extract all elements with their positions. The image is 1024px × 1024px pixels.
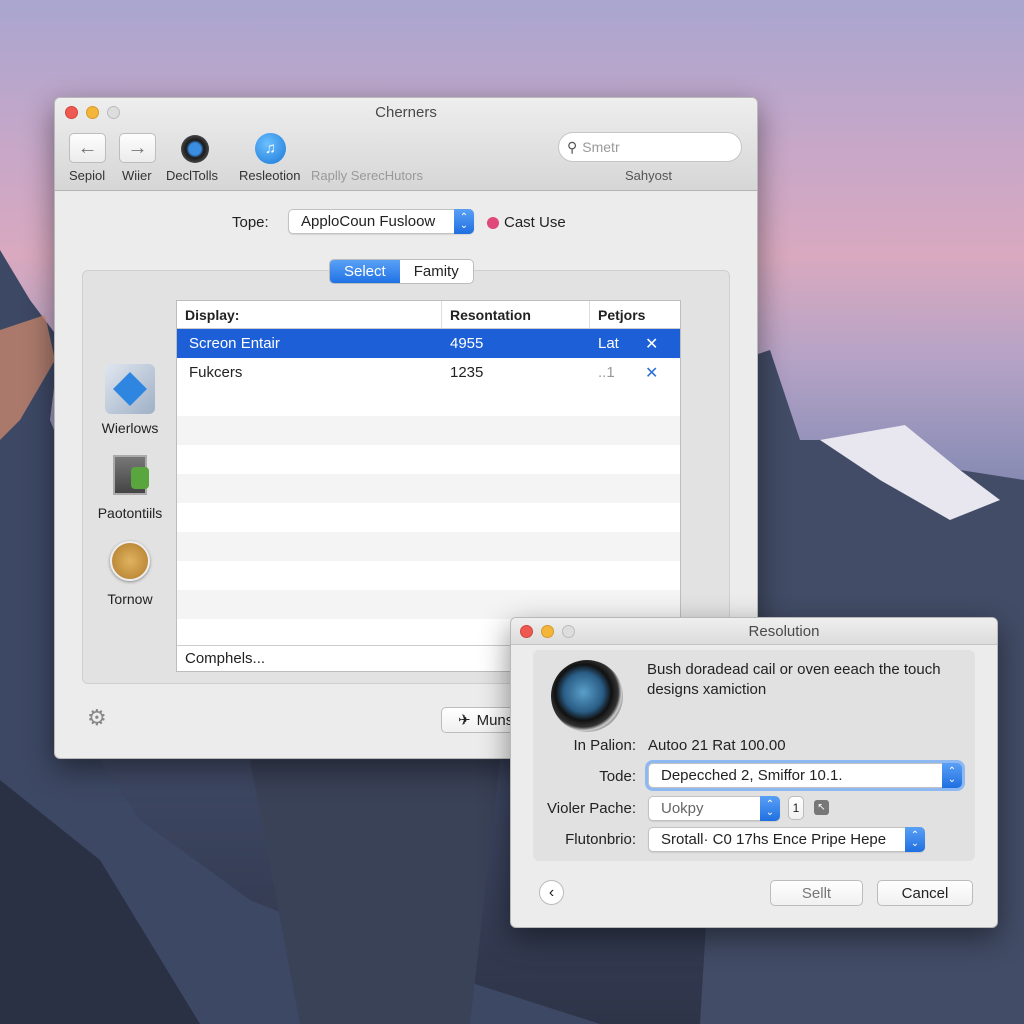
resolution-dialog: Resolution Bush doradead cail or oven ee… bbox=[510, 617, 998, 928]
chevron-updown-icon: ⌃ ⌄ bbox=[942, 763, 962, 788]
toolbar: Cherners ← → ♫ Sepiol Wiier DeclTolls Re… bbox=[55, 98, 757, 191]
cancel-button[interactable]: Cancel bbox=[877, 880, 973, 906]
toolbar-label-resleotion[interactable]: Resleotion bbox=[239, 168, 300, 183]
toolbar-label-raplly[interactable]: Raplly SerecHutors bbox=[311, 168, 423, 183]
forward-button[interactable]: → bbox=[119, 133, 156, 163]
monitor-tree-icon bbox=[113, 455, 149, 495]
table-row[interactable]: Screon Entair 4955 Lat ✕ bbox=[177, 329, 680, 358]
toolbar-label-sepiol[interactable]: Sepiol bbox=[69, 168, 105, 183]
field-label: Tode: bbox=[599, 768, 636, 785]
chevron-updown-icon: ⌃ ⌄ bbox=[454, 209, 474, 234]
column-header-resolution[interactable]: Resontation bbox=[442, 301, 590, 328]
violer-pache-select[interactable]: Uokpy ⌃ ⌄ bbox=[648, 796, 780, 821]
field-label: Flutonbrio: bbox=[565, 831, 636, 848]
sidebar-item-wierlows[interactable]: Wierlows bbox=[85, 364, 175, 436]
globe-icon bbox=[551, 660, 623, 732]
back-button[interactable]: ‹ bbox=[539, 880, 564, 905]
remove-icon[interactable]: ✕ bbox=[645, 363, 680, 383]
chevron-left-icon: ‹ bbox=[548, 884, 555, 901]
toolbar-label-wiier[interactable]: Wiier bbox=[122, 168, 152, 183]
chevron-updown-icon: ⌃ ⌄ bbox=[760, 796, 780, 821]
column-header-options[interactable]: Petjors bbox=[590, 301, 680, 328]
dialog-message: Bush doradead cail or oven eeach the tou… bbox=[647, 661, 941, 698]
info-button[interactable]: 1 bbox=[788, 796, 804, 820]
music-icon[interactable]: ♫ bbox=[255, 133, 286, 164]
type-label: Tope: bbox=[232, 214, 269, 231]
column-header-display[interactable]: Display: bbox=[177, 301, 442, 328]
sidebar-item-tornow[interactable]: Tornow bbox=[85, 541, 175, 607]
disk-icon bbox=[110, 541, 150, 581]
share-icon[interactable]: ↖ bbox=[814, 800, 829, 815]
windows-icon bbox=[105, 364, 155, 414]
tab-select[interactable]: Select bbox=[330, 260, 400, 283]
field-label: In Palion: bbox=[573, 737, 636, 754]
chevron-updown-icon: ⌃ ⌄ bbox=[905, 827, 925, 852]
tag-icon bbox=[487, 216, 499, 229]
tode-select[interactable]: Depecched 2, Smiffor 10.1. ⌃ ⌄ bbox=[648, 763, 962, 788]
gear-icon[interactable]: ⚙ bbox=[87, 705, 107, 731]
tab-famity[interactable]: Famity bbox=[400, 260, 473, 283]
arrow-left-icon: ← bbox=[77, 136, 98, 159]
arrow-right-icon: → bbox=[127, 136, 148, 159]
select-button[interactable]: Sellt bbox=[770, 880, 863, 906]
search-icon: ⚲ bbox=[567, 138, 578, 155]
airplane-icon: ✈ bbox=[458, 712, 471, 729]
sidebar-item-paotontiils[interactable]: Paotontiils bbox=[85, 455, 175, 521]
search-label: Sahyost bbox=[625, 168, 672, 183]
camera-icon[interactable] bbox=[181, 135, 209, 163]
toolbar-label-decltolls[interactable]: DeclTolls bbox=[166, 168, 218, 183]
dialog-title: Resolution bbox=[748, 623, 820, 640]
in-palion-value: Autoo 21 Rat 100.00 bbox=[648, 737, 786, 754]
segmented-control: Select Famity bbox=[329, 259, 474, 284]
table-row[interactable]: Fukcers 1235 ..1 ✕ bbox=[177, 358, 680, 387]
window-title: Cherners bbox=[375, 104, 437, 121]
search-input[interactable]: ⚲ Smetr bbox=[558, 132, 742, 162]
back-button[interactable]: ← bbox=[69, 133, 106, 163]
flutonbrio-select[interactable]: Srotall· C0 17hs Ence Pripe Hepe ⌃ ⌄ bbox=[648, 827, 925, 852]
cast-use-option[interactable]: Cast Use bbox=[487, 214, 566, 231]
field-label: Violer Pache: bbox=[547, 800, 636, 817]
type-select[interactable]: ApploCoun Fusloow ⌃ ⌄ bbox=[288, 209, 474, 234]
remove-icon[interactable]: ✕ bbox=[645, 334, 680, 354]
